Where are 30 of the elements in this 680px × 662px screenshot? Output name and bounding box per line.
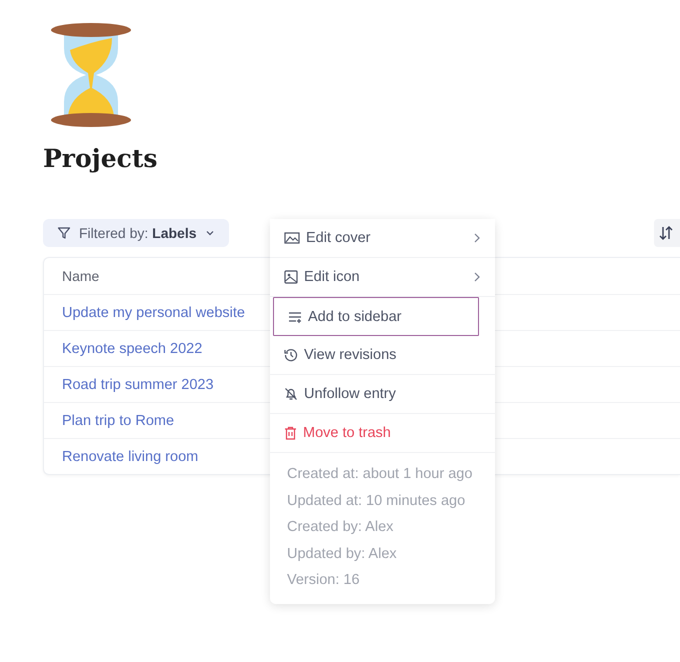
row-link[interactable]: Road trip summer 2023 bbox=[62, 377, 214, 393]
trash-icon bbox=[284, 426, 297, 440]
menu-item[interactable]: Add to sidebar bbox=[273, 297, 479, 336]
filter-icon bbox=[57, 226, 71, 240]
row-link[interactable]: Renovate living room bbox=[62, 449, 198, 465]
menu-item[interactable]: Edit icon bbox=[270, 258, 495, 297]
image-icon bbox=[284, 270, 298, 284]
row-link[interactable]: Update my personal website bbox=[62, 305, 245, 321]
chevron-icon bbox=[473, 271, 481, 283]
info-text: Updated at: 10 minutes ago bbox=[287, 492, 466, 510]
caret-icon bbox=[204, 228, 214, 238]
page-title: Projects bbox=[43, 144, 158, 173]
chevron-icon bbox=[473, 232, 481, 244]
info-text: Version: 16 bbox=[287, 571, 361, 590]
image-icon bbox=[284, 231, 300, 245]
filter-button[interactable]: Filtered by: Labels bbox=[43, 219, 228, 247]
sort-icon bbox=[658, 225, 674, 241]
menu-item[interactable]: Edit cover bbox=[270, 219, 495, 258]
info-text: Updated by: Alex bbox=[287, 544, 398, 564]
sort-button[interactable] bbox=[654, 219, 680, 247]
menu-item[interactable]: Move to trash bbox=[270, 414, 495, 453]
list-icon bbox=[288, 310, 302, 322]
history-icon bbox=[284, 348, 298, 362]
menu-item[interactable]: Unfollow entry bbox=[270, 375, 495, 414]
row-link[interactable]: Keynote speech 2022 bbox=[62, 341, 202, 357]
menu-item[interactable]: View revisions bbox=[270, 336, 495, 375]
row-link[interactable]: Plan trip to Rome bbox=[62, 413, 174, 429]
info-text: Created by: Alex bbox=[287, 518, 394, 537]
info-text: Created at: about 1 hour ago bbox=[287, 465, 474, 484]
bell-off-icon bbox=[284, 387, 298, 401]
